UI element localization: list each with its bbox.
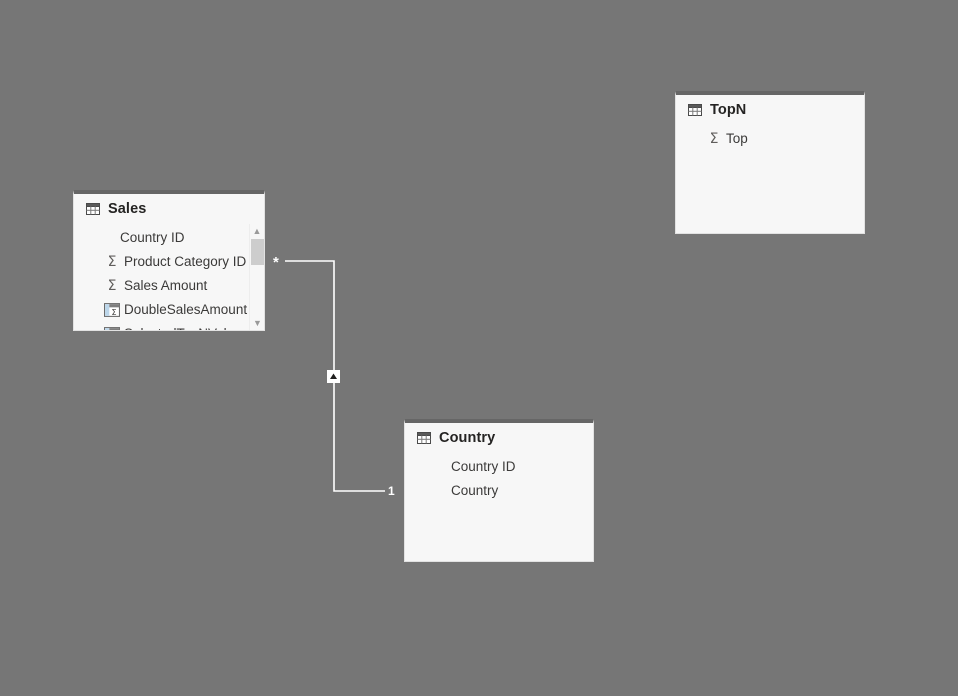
table-title-country: Country — [439, 430, 496, 446]
sigma-icon: Σ — [709, 131, 719, 147]
table-vertical-scrollbar[interactable]: ▲ ▼ — [249, 224, 264, 330]
table-header-sales[interactable]: Sales — [74, 194, 264, 224]
field-label: Country ID — [451, 459, 516, 474]
field-label: Country ID — [120, 230, 185, 245]
field-row[interactable]: Σ Top — [676, 127, 864, 151]
field-row[interactable]: Σ SelectedTopNValue — [74, 322, 264, 330]
scroll-up-arrow[interactable]: ▲ — [250, 224, 264, 239]
table-title-topn: TopN — [710, 102, 747, 118]
table-title-sales: Sales — [108, 201, 147, 217]
field-label: Country — [451, 483, 499, 498]
table-card-topn[interactable]: TopN Σ Top — [675, 91, 865, 234]
model-view-canvas[interactable]: Sales Country ID Σ Product Category ID Σ… — [0, 0, 958, 696]
table-grid-icon — [688, 104, 702, 116]
field-row[interactable]: Country ID — [405, 455, 593, 479]
field-row[interactable]: Σ DoubleSalesAmount — [74, 298, 264, 322]
measure-icon: Σ — [104, 326, 120, 330]
field-row[interactable]: Country — [405, 479, 593, 503]
field-list-sales: Country ID Σ Product Category ID Σ Sales… — [74, 224, 264, 330]
sigma-icon: Σ — [107, 278, 117, 294]
measure-icon: Σ — [104, 302, 120, 318]
scrollbar-thumb[interactable] — [251, 239, 264, 265]
table-header-country[interactable]: Country — [405, 423, 593, 453]
field-label: Top — [726, 131, 748, 146]
table-grid-icon — [417, 432, 431, 444]
relationship-many-marker: * — [273, 254, 279, 271]
table-card-country[interactable]: Country Country ID Country — [404, 419, 594, 562]
svg-text:Σ: Σ — [111, 308, 116, 317]
sigma-icon: Σ — [107, 254, 117, 270]
field-label: DoubleSalesAmount — [124, 302, 248, 317]
field-label: Product Category ID — [124, 254, 247, 269]
field-row[interactable]: Country ID — [74, 226, 264, 250]
field-label: Sales Amount — [124, 278, 208, 293]
relationship-one-marker: 1 — [388, 484, 395, 498]
field-list-country: Country ID Country — [405, 453, 593, 503]
field-label: SelectedTopNValue — [124, 322, 242, 330]
field-row[interactable]: Σ Product Category ID — [74, 250, 264, 274]
table-grid-icon — [86, 203, 100, 215]
table-header-topn[interactable]: TopN — [676, 95, 864, 125]
scroll-down-arrow[interactable]: ▼ — [251, 316, 264, 330]
field-list-topn: Σ Top — [676, 125, 864, 151]
scrollbar-track[interactable] — [251, 239, 264, 316]
field-row[interactable]: Σ Sales Amount — [74, 274, 264, 298]
cross-filter-direction-arrow[interactable] — [327, 370, 340, 383]
table-card-sales[interactable]: Sales Country ID Σ Product Category ID Σ… — [73, 190, 265, 331]
